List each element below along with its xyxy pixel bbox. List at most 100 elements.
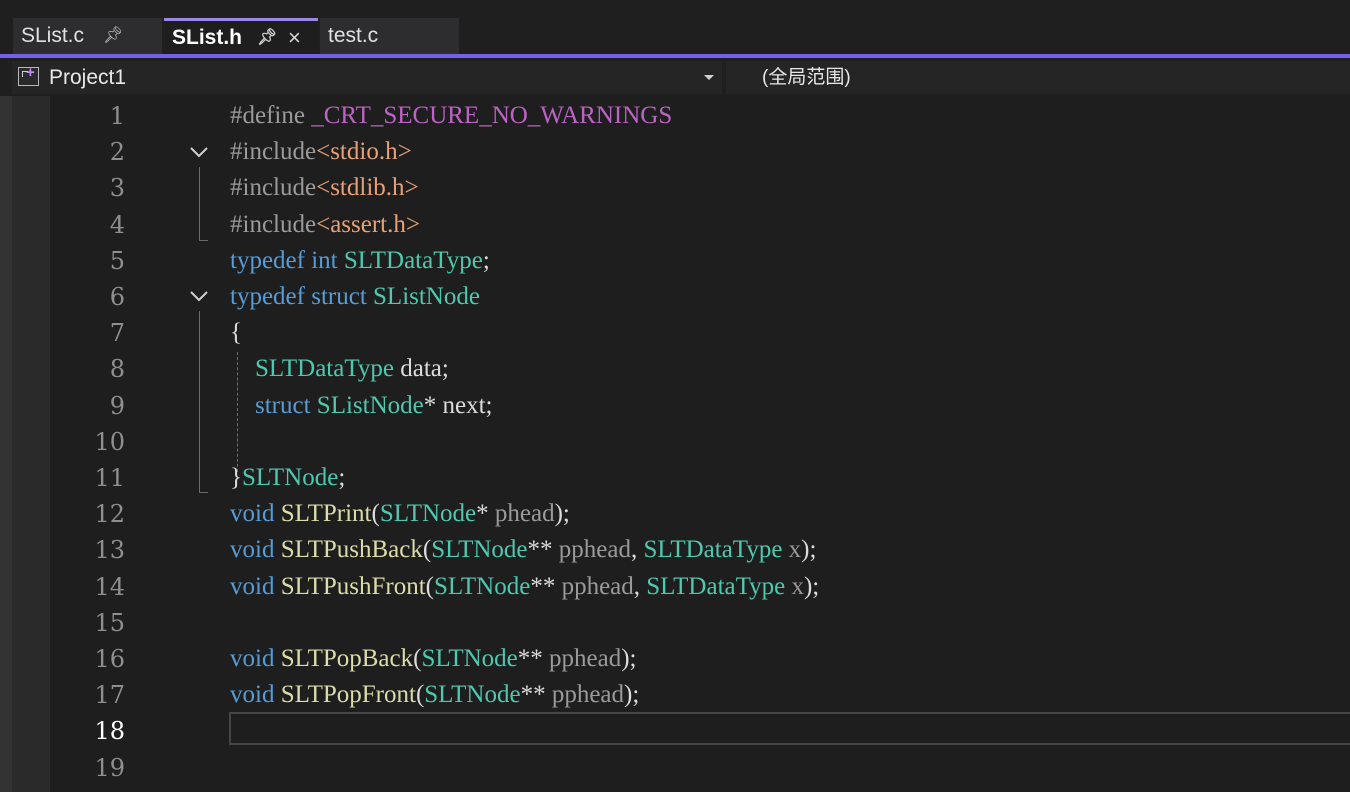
code-token: ); bbox=[621, 645, 637, 672]
code-line[interactable]: struct SListNode* next; bbox=[230, 388, 493, 424]
line-number: 13 bbox=[94, 536, 125, 565]
close-icon[interactable]: × bbox=[288, 21, 301, 54]
navigation-bar: Project1 (全局范围) bbox=[0, 58, 1350, 96]
tab-label: test.c bbox=[328, 24, 379, 47]
code-line[interactable]: typedef struct SListNode bbox=[230, 279, 480, 315]
code-token: SLTPushBack bbox=[280, 536, 423, 564]
code-token: void bbox=[230, 500, 275, 528]
code-token: #include bbox=[230, 174, 317, 202]
code-token: <stdlib.h> bbox=[316, 174, 419, 202]
line-number: 17 bbox=[94, 681, 125, 710]
code-line[interactable]: void SLTPrint(SLTNode* phead); bbox=[230, 496, 570, 532]
code-line[interactable]: { bbox=[230, 315, 242, 351]
code-token: SLTNode bbox=[379, 500, 477, 528]
code-token: _CRT_SECURE_NO_WARNINGS bbox=[311, 102, 673, 129]
code-line[interactable]: void SLTPushFront(SLTNode** pphead, SLTD… bbox=[230, 569, 819, 605]
code-token: ( bbox=[425, 572, 434, 600]
code-token: #include bbox=[230, 138, 317, 166]
code-token: ; bbox=[338, 464, 346, 491]
code-token: SLTDataType bbox=[646, 572, 786, 600]
code-line[interactable]: void SLTPopFront(SLTNode** pphead); bbox=[230, 677, 639, 713]
code-editor[interactable]: 1 2 3 4 5 6 7 8 9 10 11 12 13 14 15 16 17 18 19 #define _C… bbox=[0, 96, 1350, 792]
code-token: } bbox=[230, 464, 242, 491]
tab-label: SList.h bbox=[172, 26, 243, 49]
line-number: 11 bbox=[94, 464, 125, 492]
indicator-margin bbox=[0, 96, 50, 792]
code-token: SLTPopBack bbox=[280, 645, 414, 672]
tab-test-c[interactable]: test.c bbox=[320, 18, 459, 54]
line-number: 2 bbox=[109, 138, 125, 167]
code-line[interactable]: typedef int SLTDataType; bbox=[230, 243, 490, 279]
code-token: { bbox=[230, 319, 242, 347]
code-token: pphead bbox=[549, 645, 622, 672]
fold-region-end bbox=[199, 492, 208, 493]
code-token: SListNode bbox=[316, 391, 424, 419]
current-line-highlight bbox=[229, 712, 1350, 745]
line-number: 12 bbox=[94, 500, 125, 529]
code-line[interactable]: void SLTPopBack(SLTNode** pphead); bbox=[230, 641, 637, 677]
scope-dropdown[interactable]: (全局范围) bbox=[726, 61, 1350, 94]
code-line[interactable]: #include<stdio.h> bbox=[230, 134, 412, 170]
tab-slist-h[interactable]: SList.h 📌︎ × bbox=[164, 18, 318, 54]
scope-label: (全局范围) bbox=[762, 67, 851, 88]
code-token: ** bbox=[520, 681, 552, 709]
dropdown-arrow-icon[interactable] bbox=[704, 75, 714, 80]
tab-slist-c[interactable]: SList.c 📌︎ bbox=[13, 18, 162, 54]
code-line[interactable]: #include<stdlib.h> bbox=[230, 170, 419, 206]
line-number: 18 bbox=[94, 717, 125, 746]
code-token: void bbox=[230, 572, 275, 600]
line-number: 6 bbox=[109, 283, 125, 311]
line-number: 9 bbox=[109, 391, 125, 420]
code-token: void bbox=[230, 645, 275, 672]
fold-region-line bbox=[199, 167, 200, 241]
code-line[interactable]: void SLTPushBack(SLTNode** pphead, SLTDa… bbox=[230, 532, 816, 568]
code-token: pphead bbox=[561, 572, 634, 600]
line-number: 4 bbox=[109, 210, 125, 239]
tab-label: SList.c bbox=[21, 24, 85, 47]
line-number: 3 bbox=[109, 174, 125, 203]
line-number: 14 bbox=[94, 572, 125, 601]
code-token: struct bbox=[255, 391, 311, 419]
code-token: SLTNode bbox=[242, 464, 339, 491]
pin-icon[interactable]: 📌︎ bbox=[103, 18, 123, 54]
code-token: ; bbox=[441, 355, 449, 383]
code-token: , bbox=[633, 572, 647, 600]
code-line[interactable]: #include<assert.h> bbox=[230, 207, 420, 243]
code-token: typedef bbox=[230, 283, 305, 310]
code-line[interactable]: SLTDataType data; bbox=[230, 351, 449, 387]
line-number: 7 bbox=[109, 319, 125, 348]
code-token: #define bbox=[230, 102, 312, 129]
pin-icon[interactable]: 📌︎ bbox=[257, 21, 277, 54]
code-token: ); bbox=[554, 500, 570, 528]
code-token: #include bbox=[230, 210, 317, 238]
line-number: 1 bbox=[109, 102, 125, 130]
code-token: ** bbox=[530, 572, 562, 600]
code-token: , bbox=[630, 536, 644, 564]
project-label: Project1 bbox=[49, 66, 127, 89]
code-token: SLTNode bbox=[434, 572, 531, 600]
code-token: pphead bbox=[551, 681, 625, 709]
code-line[interactable]: }SLTNode; bbox=[230, 460, 345, 496]
fold-region-line bbox=[199, 311, 200, 493]
code-token: phead bbox=[494, 500, 555, 528]
chevron-down-icon[interactable] bbox=[189, 286, 209, 306]
code-token: <assert.h> bbox=[316, 210, 420, 238]
code-token: x bbox=[791, 572, 804, 600]
chevron-down-icon[interactable] bbox=[189, 142, 209, 162]
code-token: struct bbox=[311, 283, 367, 310]
document-tab-strip: SList.c 📌︎ SList.h 📌︎ × test.c bbox=[0, 0, 1350, 54]
code-token: ; bbox=[485, 391, 493, 419]
code-token: int bbox=[311, 246, 338, 274]
code-token: ** bbox=[527, 536, 559, 564]
line-number: 10 bbox=[94, 427, 125, 456]
code-line[interactable]: #define _CRT_SECURE_NO_WARNINGS bbox=[230, 98, 672, 134]
code-token: ); bbox=[801, 536, 817, 564]
code-token: pphead bbox=[558, 536, 631, 564]
code-token: SLTDataType bbox=[255, 355, 394, 383]
code-token: <stdio.h> bbox=[316, 138, 412, 166]
project-dropdown[interactable]: Project1 bbox=[12, 61, 722, 94]
code-token: ; bbox=[482, 246, 490, 274]
code-token: SLTPopFront bbox=[280, 681, 416, 709]
line-number: 19 bbox=[94, 753, 125, 782]
